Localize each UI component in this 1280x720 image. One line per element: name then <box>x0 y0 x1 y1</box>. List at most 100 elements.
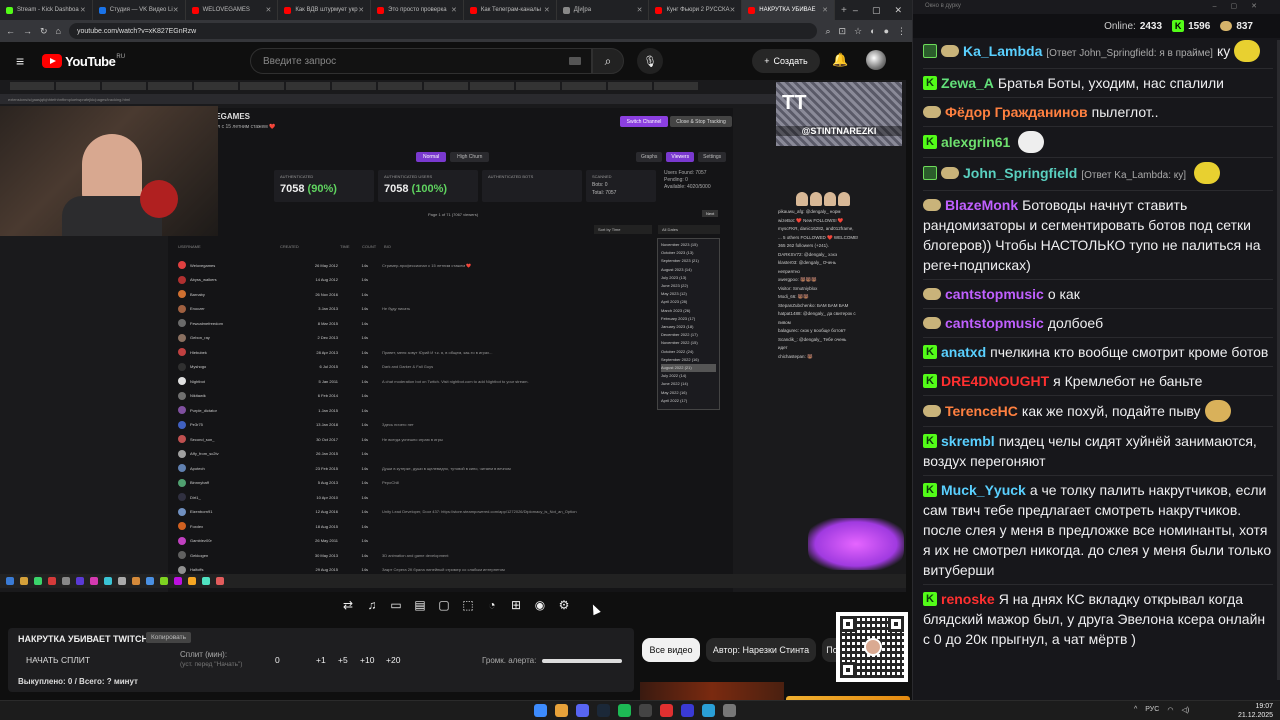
alert-volume-slider[interactable] <box>542 659 622 663</box>
app-icon[interactable] <box>681 704 694 717</box>
chat-username[interactable]: BlazeMonk <box>945 197 1018 213</box>
tab-close-icon[interactable]: ✕ <box>358 6 364 14</box>
tab-close-icon[interactable]: ✕ <box>80 6 86 14</box>
forward-icon[interactable]: → <box>23 26 32 36</box>
close-icon[interactable]: ✕ <box>894 5 902 16</box>
back-icon[interactable]: ← <box>6 26 15 36</box>
dropdown-option: October 2022 (24) <box>661 348 694 354</box>
hamburger-menu-icon[interactable]: ≡ <box>16 53 24 69</box>
search-button[interactable]: ⌕ <box>592 48 624 74</box>
stop-tracking-button: Close & Stop Tracking <box>670 116 732 127</box>
search-input[interactable]: Введите запрос <box>250 48 592 74</box>
loop-icon[interactable]: ⇄ <box>340 598 356 612</box>
tab-close-icon[interactable]: ✕ <box>637 6 643 14</box>
youtube-logo[interactable]: YouTube RU <box>42 54 125 69</box>
start-split-button[interactable]: НАЧАТЬ СПЛИТ <box>26 655 90 665</box>
author-chip[interactable]: Автор: Нарезки Стинта <box>706 638 816 662</box>
browser-tab[interactable]: Д[и]ра ✕ <box>557 0 650 20</box>
avatar[interactable] <box>866 50 886 70</box>
chat-username[interactable]: TerenceHC <box>945 403 1018 419</box>
crop-icon[interactable]: ⬚ <box>460 598 476 612</box>
chat-username[interactable]: DRE4DNOUGHT <box>941 373 1049 389</box>
clip-icon[interactable]: ⊞ <box>508 598 524 612</box>
chat-username[interactable]: Muck_Yyuck <box>941 482 1026 498</box>
reload-icon[interactable]: ↻ <box>40 26 48 37</box>
browser-tab[interactable]: НАКРУТКА УБИВАЕ ✕ <box>742 0 836 20</box>
new-tab-button[interactable]: + <box>835 5 853 16</box>
chat-username[interactable]: skrembl <box>941 433 995 449</box>
browser-tab[interactable]: Это просто проверка ✕ <box>371 0 464 20</box>
row-bio: A chat moderation bot on Twitch. Visit n… <box>382 378 529 384</box>
tab-close-icon[interactable]: ✕ <box>730 6 736 14</box>
chat-username[interactable]: Фёдор Гражданинов <box>945 104 1088 120</box>
maximize-icon[interactable]: ▢ <box>872 5 881 16</box>
chrome-icon[interactable] <box>555 704 568 717</box>
discord-icon[interactable] <box>576 704 589 717</box>
volume-icon[interactable]: ◁) <box>1181 706 1189 714</box>
spotify-icon[interactable] <box>618 704 631 717</box>
profile-icon[interactable]: ● <box>884 26 889 36</box>
browser-tab[interactable]: WELOVEGAMES ✕ <box>186 0 279 20</box>
split-value[interactable]: 0 <box>275 655 280 665</box>
url-field[interactable]: youtube.com/watch?v=xK827EGnRzw <box>68 23 818 39</box>
tab-close-icon[interactable]: ✕ <box>173 6 179 14</box>
browser-tab[interactable]: Stream - Kick Dashboa ✕ <box>0 0 93 20</box>
steam-icon[interactable] <box>597 704 610 717</box>
cast-icon[interactable]: ▭ <box>388 598 404 612</box>
chat-username[interactable]: Zewa_A <box>941 75 994 91</box>
browser-tab[interactable]: Как ВДВ штурмует укр ✕ <box>278 0 372 20</box>
home-icon[interactable]: ⌂ <box>56 26 61 36</box>
menu-dots-icon[interactable]: ⋮ <box>897 26 906 37</box>
audio-icon[interactable]: ♫ <box>364 598 380 612</box>
increment-button[interactable]: +10 <box>360 655 374 665</box>
browser-tab[interactable]: Кунг Фьюри 2 РУССКА ✕ <box>649 0 743 20</box>
obs-icon[interactable] <box>639 704 652 717</box>
bookmark-star-icon[interactable]: ☆ <box>854 26 862 37</box>
folder-icon[interactable] <box>723 704 736 717</box>
chat-username[interactable]: alexgrin61 <box>941 134 1010 150</box>
chat-username[interactable]: Ka_Lambda <box>963 43 1042 59</box>
increment-button[interactable]: +1 <box>316 655 326 665</box>
row-username: Eizenborn91 <box>190 509 213 514</box>
keyboard-icon[interactable] <box>569 57 581 65</box>
picture-icon[interactable]: ▢ <box>436 598 452 612</box>
chat-text: я Кремлебот не баньте <box>1053 373 1203 389</box>
copy-button[interactable]: Копировать <box>146 632 191 643</box>
chat-username[interactable]: John_Springfield <box>963 165 1077 181</box>
install-icon[interactable]: ⊡ <box>839 26 847 37</box>
browser-tab[interactable]: Студия — VK Видео Li ✕ <box>93 0 186 20</box>
youtube-app-icon[interactable] <box>660 704 673 717</box>
wifi-icon[interactable]: ◠ <box>1167 706 1173 714</box>
increment-button[interactable]: +5 <box>338 655 348 665</box>
increment-button[interactable]: +20 <box>386 655 400 665</box>
chat-username[interactable]: cantstopmusic <box>945 286 1044 302</box>
tab-close-icon[interactable]: ✕ <box>451 6 457 14</box>
settings-gear-icon[interactable]: ⚙ <box>556 598 572 612</box>
chat-username[interactable]: anatxd <box>941 344 986 360</box>
tray-up-icon[interactable]: ^ <box>1134 706 1137 714</box>
all-videos-chip[interactable]: Все видео <box>642 638 700 662</box>
extensions-icon[interactable]: ◐ <box>870 26 875 36</box>
keyboard-lang[interactable]: РУС <box>1145 706 1159 714</box>
speed-icon[interactable]: ◔ <box>484 598 500 612</box>
video-player[interactable]: extensions/s/gaasjqfqhhtefnhnfbmploetwpr… <box>0 80 906 592</box>
screenshot-icon[interactable]: ◉ <box>532 598 548 612</box>
voice-search-button[interactable]: 🎙 <box>637 48 663 74</box>
film-icon[interactable]: ▤ <box>412 598 428 612</box>
emote-icon <box>1204 400 1231 422</box>
telegram-icon[interactable] <box>702 704 715 717</box>
minimize-icon[interactable]: – <box>853 5 858 16</box>
tab-close-icon[interactable]: ✕ <box>544 6 550 14</box>
browser-tab[interactable]: Как Телеграм-каналы ✕ <box>464 0 557 20</box>
notifications-bell-icon[interactable]: 🔔 <box>832 52 848 68</box>
tab-close-icon[interactable]: ✕ <box>265 6 271 14</box>
tab-close-icon[interactable]: ✕ <box>822 6 828 14</box>
start-icon[interactable] <box>534 704 547 717</box>
chat-username[interactable]: renoske <box>941 591 995 607</box>
zoom-icon[interactable]: ⌕ <box>825 26 830 37</box>
chat-username[interactable]: cantstopmusic <box>945 315 1044 331</box>
table-row: Foxdex 18 Aug 2015 14s <box>178 519 658 533</box>
window-controls[interactable]: –▢✕ <box>1213 2 1271 10</box>
create-button[interactable]: + Создать <box>752 49 820 73</box>
system-clock[interactable]: 19:07 21.12.2025 <box>1238 702 1273 720</box>
